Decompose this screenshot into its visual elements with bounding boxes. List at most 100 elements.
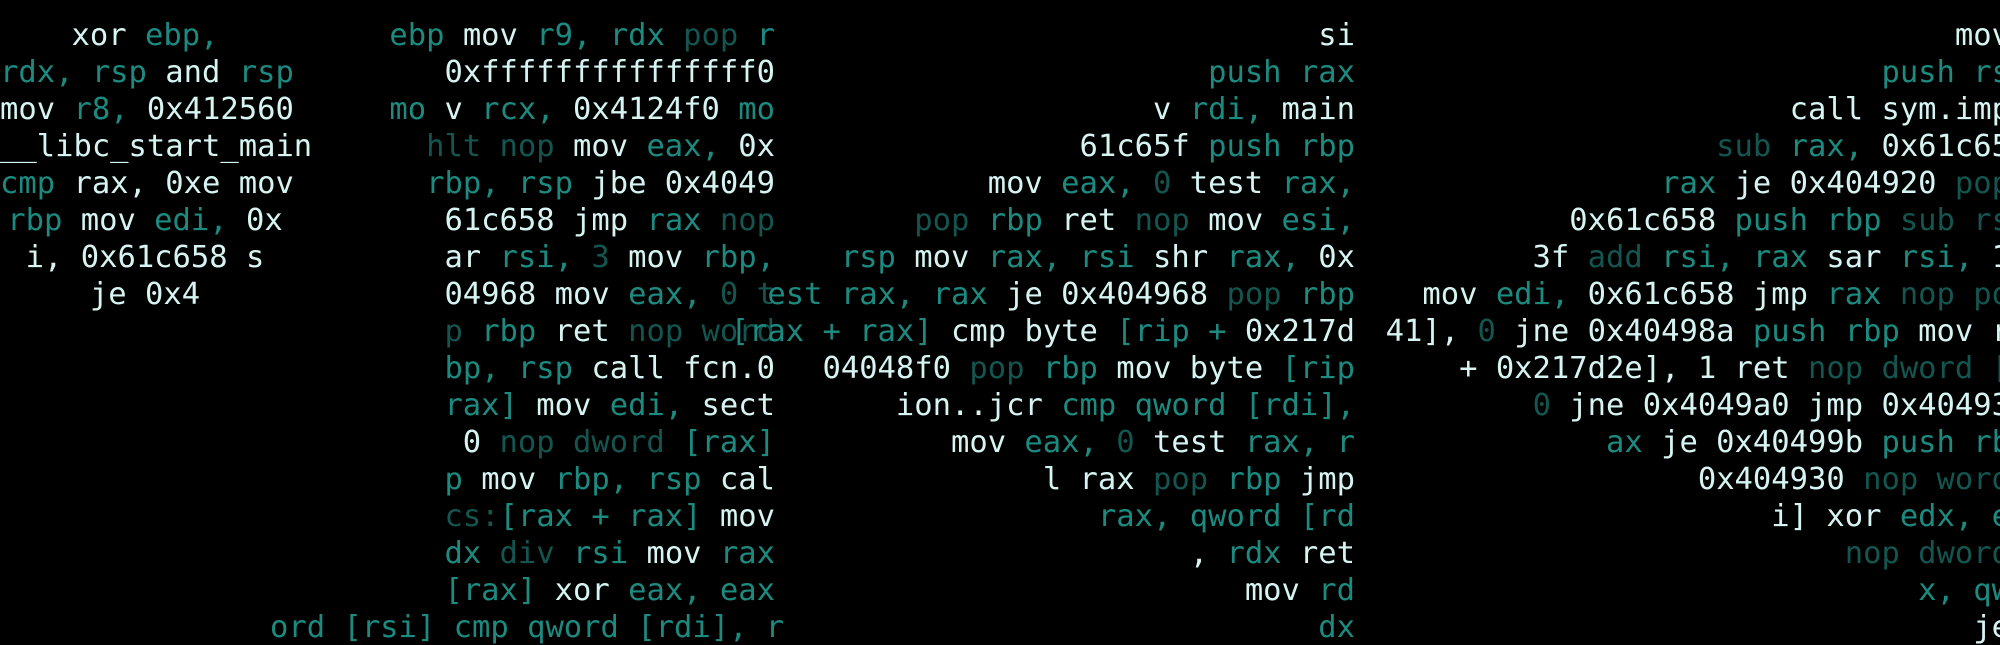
code-token: mov xyxy=(572,129,647,164)
code-token: rbp xyxy=(1299,277,1355,312)
code-token: pop xyxy=(969,351,1043,386)
code-token: r9, rdx xyxy=(536,18,684,53)
code-line: ion..jcr cmp qword [rdi], xyxy=(700,387,1355,424)
code-token: sub rs xyxy=(1899,203,2000,238)
code-line: nop dword xyxy=(1370,535,2000,572)
code-line: + 0x217d2e], 1 ret nop dword [ xyxy=(1370,350,2000,387)
code-token: push rb xyxy=(1881,425,2000,460)
code-token: rsi, rax xyxy=(1661,240,1827,275)
code-line: v rdi, main xyxy=(700,91,1355,128)
code-token: 3 xyxy=(591,240,629,275)
code-line: xor ebp, xyxy=(0,17,290,54)
code-line: sub rax, 0x61c65 xyxy=(1370,128,2000,165)
code-token: rax, r xyxy=(1244,425,1355,460)
code-token: jne 0x40498a xyxy=(1514,314,1753,349)
code-token: push rbp xyxy=(1752,314,1919,349)
code-token: rcx, xyxy=(481,92,573,127)
code-token: p xyxy=(444,462,482,497)
code-token: xor xyxy=(71,18,145,53)
code-token: 0 xyxy=(1532,388,1570,423)
code-token: , xyxy=(1189,536,1227,571)
code-token: rd xyxy=(1318,573,1355,608)
code-token: mov xyxy=(1244,573,1319,608)
code-token: sub xyxy=(1716,129,1790,164)
code-line: si xyxy=(700,17,1355,54)
code-token: mov xyxy=(987,166,1062,201)
code-line: mov rd xyxy=(700,572,1355,609)
code-token: ret xyxy=(554,314,629,349)
code-token: rdx xyxy=(1226,536,1300,571)
code-token: 61c65f xyxy=(1079,129,1209,164)
code-line: call sym.imp xyxy=(1370,91,2000,128)
code-line: push rax xyxy=(700,54,1355,91)
code-token: 1 xyxy=(1992,240,2000,275)
code-line: rax, qword [rd xyxy=(700,498,1355,535)
code-token: rbp xyxy=(987,203,1062,238)
code-line: est rax, rax je 0x404968 pop rbp xyxy=(700,276,1355,313)
code-token: mov xyxy=(481,462,555,497)
code-token: div xyxy=(499,536,573,571)
code-token: rsi, xyxy=(1899,240,1992,275)
code-token: v xyxy=(444,92,482,127)
code-token: rbp xyxy=(481,314,555,349)
code-token: rax] xyxy=(444,388,537,423)
code-line: rbp mov edi, 0x xyxy=(0,202,290,239)
code-token: edi, xyxy=(154,203,246,238)
code-token: jne 0x4049a0 jmp 0x40493 xyxy=(1569,388,2000,423)
code-token: r8, xyxy=(73,92,147,127)
code-token: edx, e xyxy=(1899,499,2000,534)
code-token: mov xyxy=(0,92,74,127)
code-line: pop rbp ret nop mov esi, xyxy=(700,202,1355,239)
code-token: pop xyxy=(1226,277,1300,312)
code-token: 0xe xyxy=(165,166,239,201)
code-line: mov r8, 0x412560 xyxy=(0,91,294,128)
code-token: rax xyxy=(1661,166,1735,201)
code-line: i, 0x61c658 s xyxy=(0,239,290,276)
code-token: 41], xyxy=(1385,314,1478,349)
code-line: je xyxy=(1370,609,2000,645)
code-token: push rax xyxy=(1208,55,1355,90)
code-token: eax, xyxy=(1024,425,1117,460)
code-token: add xyxy=(1587,240,1662,275)
code-token: rax, qword [rd xyxy=(1097,499,1355,534)
code-line: 0x404930 nop word xyxy=(1370,461,2000,498)
code-token: je 0x404920 xyxy=(1734,166,1955,201)
code-token: mov xyxy=(950,425,1025,460)
code-token: rax, rsi xyxy=(987,240,1153,275)
code-token: ion..jcr xyxy=(895,388,1062,423)
code-token: 0x61c658 xyxy=(1569,203,1735,238)
code-token: [rax + rax] xyxy=(499,499,720,534)
code-token: rdx, rsp xyxy=(0,55,166,90)
code-line: 04048f0 pop rbp mov byte [rip xyxy=(700,350,1355,387)
code-line: mov eax, 0 test rax, r xyxy=(700,424,1355,461)
code-line: 41], 0 jne 0x40498a push rbp mov r xyxy=(1370,313,2000,350)
code-token: i] xor xyxy=(1771,499,1900,534)
code-token: rax, xyxy=(1789,129,1882,164)
code-token: mov byte xyxy=(1116,351,1282,386)
code-token: [rax] xyxy=(444,573,555,608)
code-token: 3f xyxy=(1532,240,1588,275)
code-token: i, 0x61c658 s xyxy=(25,240,265,275)
code-token: nop word xyxy=(1863,462,2000,497)
code-token: ax xyxy=(1606,425,1662,460)
code-token: mov xyxy=(1208,203,1282,238)
code-line: l rax pop rbp jmp xyxy=(700,461,1355,498)
code-token: je xyxy=(1973,610,2000,645)
code-token: 0x217d xyxy=(1244,314,1355,349)
code-token: rbp, rsp xyxy=(554,462,720,497)
code-token: je 0x4 xyxy=(89,277,201,312)
code-token: rbp xyxy=(1226,462,1300,497)
code-token: ret xyxy=(1061,203,1135,238)
code-token: rdi, xyxy=(1189,92,1282,127)
code-token: 04968 xyxy=(444,277,555,312)
code-token: pop xyxy=(914,203,988,238)
code-token: rax, xyxy=(73,166,166,201)
code-token: sar xyxy=(1826,240,1900,275)
code-token: nop dword xyxy=(499,425,684,460)
code-token: rax, xyxy=(1226,240,1319,275)
code-token: shr xyxy=(1152,240,1227,275)
code-line: dx xyxy=(700,609,1355,645)
code-token: push rbp xyxy=(1734,203,1900,238)
code-token: v xyxy=(1152,92,1190,127)
code-token: 0 xyxy=(1152,166,1190,201)
